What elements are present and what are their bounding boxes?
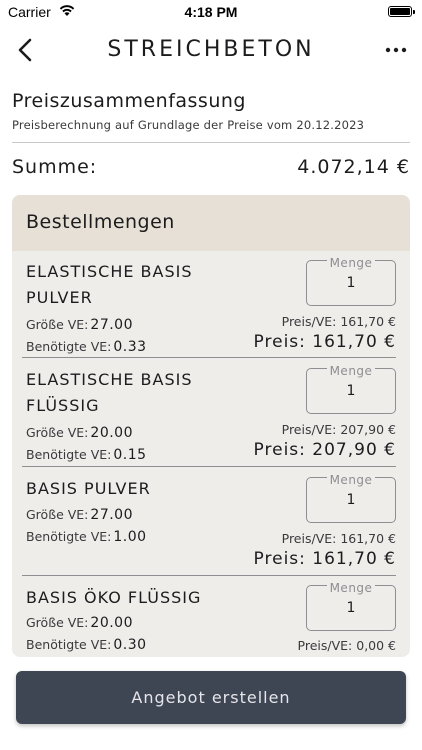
battery-icon bbox=[388, 6, 415, 17]
item-size: Größe VE: 27.00 bbox=[26, 507, 133, 523]
item-price: Preis: 161,70 € bbox=[253, 332, 396, 352]
create-offer-button[interactable]: Angebot erstellen bbox=[16, 671, 406, 724]
item-size: Größe VE: 27.00 bbox=[26, 317, 133, 333]
total-label: Summe: bbox=[12, 156, 98, 178]
item-needed: Benötigte VE: 1.00 bbox=[26, 529, 147, 545]
quantity-value: 1 bbox=[346, 492, 356, 508]
clock: 4:18 PM bbox=[184, 4, 238, 20]
divider bbox=[12, 142, 410, 143]
quantity-value: 1 bbox=[346, 383, 356, 399]
quantity-legend: Menge bbox=[326, 581, 376, 595]
card-header: Bestellmengen bbox=[12, 195, 410, 251]
total-value: 4.072,14 € bbox=[297, 156, 410, 178]
quantity-input[interactable]: Menge 1 bbox=[306, 364, 396, 414]
unit-price: Preis/VE: 207,90 € bbox=[281, 422, 396, 437]
quantity-legend: Menge bbox=[326, 364, 376, 378]
order-item: BASIS PULVER Größe VE: 27.00 Benötigte VE… bbox=[12, 468, 410, 576]
item-divider bbox=[22, 466, 396, 467]
item-price: Preis: 207,90 € bbox=[253, 440, 396, 460]
quantity-legend: Menge bbox=[326, 256, 376, 270]
item-divider bbox=[22, 357, 396, 358]
card-header-title: Bestellmengen bbox=[26, 211, 175, 233]
order-item: BASIS ÖKO FLÜSSIG Größe VE: 20.00 Benötig… bbox=[12, 577, 410, 657]
status-bar: Carrier 4:18 PM bbox=[0, 0, 422, 24]
quantity-value: 1 bbox=[346, 275, 356, 291]
order-item: ELASTISCHE BASIS FLÜSSIG Größe VE: 20.00 … bbox=[12, 359, 410, 467]
quantity-value: 1 bbox=[346, 600, 356, 616]
more-ellipsis-icon[interactable] bbox=[384, 38, 408, 62]
item-name: ELASTISCHE BASIS PULVER bbox=[26, 262, 193, 307]
item-needed: Benötigte VE: 0.15 bbox=[26, 447, 147, 463]
item-name: BASIS PULVER bbox=[26, 479, 151, 498]
item-name: ELASTISCHE BASIS FLÜSSIG bbox=[26, 370, 193, 415]
unit-price: Preis/VE: 161,70 € bbox=[281, 531, 396, 546]
summary-subtitle: Preisberechnung auf Grundlage der Preise… bbox=[12, 118, 365, 132]
order-quantities-card: Bestellmengen ELASTISCHE BASIS PULVER Gr… bbox=[12, 195, 410, 657]
item-size: Größe VE: 20.00 bbox=[26, 615, 133, 631]
back-chevron-icon[interactable] bbox=[14, 36, 38, 64]
navigation-bar: STREICHBETON bbox=[0, 28, 422, 72]
quantity-input[interactable]: Menge 1 bbox=[306, 473, 396, 523]
page-title: STREICHBETON bbox=[107, 37, 315, 62]
item-needed: Benötigte VE: 0.33 bbox=[26, 339, 147, 355]
quantity-input[interactable]: Menge 1 bbox=[306, 256, 396, 306]
item-needed: Benötigte VE: 0.30 bbox=[26, 637, 147, 653]
unit-price: Preis/VE: 161,70 € bbox=[281, 314, 396, 329]
order-item: ELASTISCHE BASIS PULVER Größe VE: 27.00 B… bbox=[12, 251, 410, 359]
item-price: Preis: 161,70 € bbox=[253, 549, 396, 569]
item-name: BASIS ÖKO FLÜSSIG bbox=[26, 588, 202, 607]
item-divider bbox=[22, 575, 396, 576]
item-size: Größe VE: 20.00 bbox=[26, 425, 133, 441]
unit-price: Preis/VE: 0,00 € bbox=[297, 638, 396, 653]
quantity-input[interactable]: Menge 1 bbox=[306, 581, 396, 631]
quantity-legend: Menge bbox=[326, 473, 376, 487]
summary-title: Preiszusammenfassung bbox=[12, 90, 246, 112]
